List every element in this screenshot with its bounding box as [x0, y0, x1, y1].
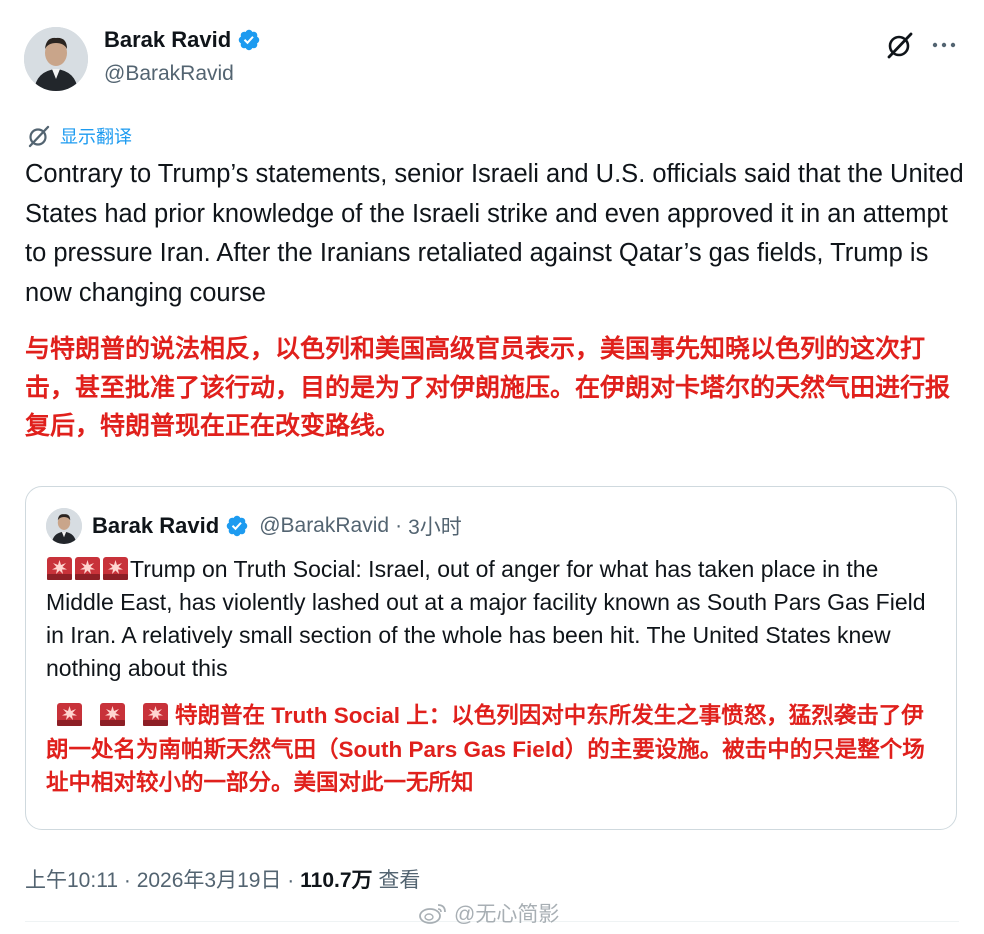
tweet-meta: 上午10:11 · 2026年3月19日 · 110.7万 查看 [25, 864, 420, 894]
quoted-tweet-card[interactable]: Barak Ravid @BarakRavid · 3小时 Trump on T… [25, 486, 957, 830]
quoted-separator: · [395, 514, 403, 537]
police-light-emoji-icon [75, 557, 100, 580]
quoted-verified-badge-icon [226, 515, 248, 537]
author-name-row: Barak Ravid [104, 27, 261, 53]
show-translation-label: 显示翻译 [60, 127, 132, 147]
quoted-tweet-translation-body: 特朗普在 Truth Social 上：以色列因对中东所发生之事愤怒，猛烈袭击了… [46, 703, 925, 795]
quoted-avatar-photo [46, 508, 82, 544]
quoted-tweet-text: Trump on Truth Social: Israel, out of an… [46, 553, 941, 685]
verified-badge-icon [238, 29, 260, 51]
show-translation-link[interactable]: 显示翻译 [26, 123, 132, 149]
more-options-button[interactable] [928, 30, 960, 60]
grok-icon [887, 32, 913, 59]
quoted-tweet-translation: 特朗普在 Truth Social 上：以色列因对中东所发生之事愤怒，猛烈袭击了… [46, 699, 941, 800]
police-light-emoji-icon [57, 703, 82, 726]
view-count[interactable]: 110.7万 [300, 869, 372, 892]
quoted-tweet-body: Trump on Truth Social: Israel, out of an… [46, 556, 926, 681]
watermark-text: @无心简影 [454, 903, 560, 926]
author-name[interactable]: Barak Ravid [104, 27, 231, 53]
quoted-author-avatar[interactable] [46, 508, 82, 544]
meta-separator: · [123, 869, 131, 892]
more-dots-icon [932, 42, 956, 48]
quoted-author-name[interactable]: Barak Ravid [92, 513, 219, 539]
watermark: @无心简影 [418, 898, 559, 928]
author-handle[interactable]: @BarakRavid [104, 62, 234, 86]
avatar-photo [24, 27, 88, 91]
tweet-text-translation: 与特朗普的说法相反，以色列和美国高级官员表示，美国事先知晓以色列的这次打击，甚至… [25, 335, 951, 440]
quoted-timestamp[interactable]: 3小时 [408, 511, 462, 541]
police-light-emoji-icon [100, 703, 125, 726]
post-time[interactable]: 上午10:11 [25, 869, 118, 892]
view-count-label: 查看 [378, 869, 421, 892]
police-light-emoji-icon [103, 557, 128, 580]
police-light-emoji-icon [143, 703, 168, 726]
post-date[interactable]: 2026年3月19日 [137, 869, 282, 892]
tweet-text: Contrary to Trump’s statements, senior I… [25, 160, 964, 307]
quoted-author-handle[interactable]: @BarakRavid [259, 514, 389, 538]
grok-translate-icon [28, 125, 50, 148]
meta-separator: · [287, 869, 295, 892]
weibo-logo-icon [419, 904, 446, 924]
author-avatar[interactable] [24, 27, 88, 91]
grok-button[interactable] [884, 29, 916, 61]
quoted-tweet-header: Barak Ravid @BarakRavid · 3小时 [92, 511, 462, 541]
police-light-emoji-icon [47, 557, 72, 580]
